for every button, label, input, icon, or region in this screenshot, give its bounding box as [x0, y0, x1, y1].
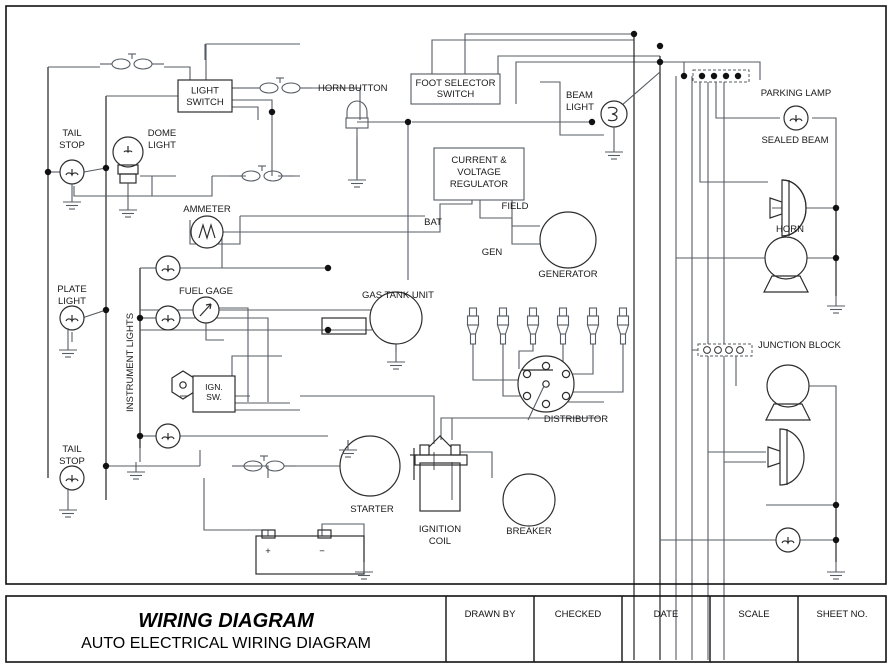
- field-terminal-label: FIELD: [502, 201, 529, 212]
- tail-stop-lower-label-1: TAIL: [62, 444, 81, 455]
- instrument-lights-label: INSTRUMENT LIGHTS: [125, 313, 136, 412]
- horn-ground: [826, 295, 846, 314]
- tail-stop-lower: TAIL STOP: [58, 444, 85, 518]
- spark-plug-group: [466, 307, 630, 345]
- parking-lamp: PARKING LAMP: [761, 88, 832, 131]
- junction-block-label: JUNCTION BLOCK: [758, 340, 842, 351]
- horn-device: HORN: [763, 224, 809, 293]
- distributor: DISTRIBUTOR: [517, 355, 608, 425]
- gen-terminal-label: GEN: [482, 247, 503, 258]
- tail-stop-upper-label-1: TAIL: [62, 128, 81, 139]
- title-block: WIRING DIAGRAM AUTO ELECTRICAL WIRING DI…: [5, 595, 887, 663]
- dome-light-label-2: LIGHT: [148, 140, 176, 151]
- fuel-gage-label: FUEL GAGE: [179, 286, 233, 297]
- breaker: BREAKER: [502, 473, 556, 537]
- instrument-lights-group: INSTRUMENT LIGHTS: [125, 255, 181, 480]
- beam-light-indicator: BEAM LIGHT: [566, 90, 628, 160]
- plate-light: PLATE LIGHT: [57, 284, 87, 358]
- light-switch[interactable]: LIGHT SWITCH: [177, 79, 233, 113]
- title-block-col-header-date: DATE: [654, 609, 679, 620]
- light-switch-label-2: SWITCH: [186, 97, 224, 108]
- regulator-label-3: REGULATOR: [450, 179, 508, 190]
- current-voltage-regulator: CURRENT & VOLTAGE REGULATOR: [433, 147, 525, 201]
- plate-light-label-1: PLATE: [57, 284, 86, 295]
- bat-terminal-label: BAT: [424, 217, 442, 228]
- title-block-col-header-scale: SCALE: [738, 609, 769, 620]
- title-block-subtitle: AUTO ELECTRICAL WIRING DIAGRAM: [81, 635, 371, 652]
- regulator-label-1: CURRENT &: [451, 155, 507, 166]
- horn-device-lower: [765, 364, 811, 421]
- rear-lamp-bottom-right: [775, 527, 801, 553]
- ignition-coil-label-1: IGNITION: [419, 524, 461, 535]
- sealed-beam-lower: [767, 428, 805, 486]
- battery: + −: [255, 529, 365, 575]
- regulator-label-2: VOLTAGE: [457, 167, 500, 178]
- ignition-coil: IGNITION COIL: [410, 435, 468, 547]
- foot-selector-switch[interactable]: FOOT SELECTOR SWITCH: [410, 73, 501, 105]
- battery-ground: [354, 561, 374, 580]
- junction-block-top: [692, 69, 750, 83]
- fuse-symbol-starter: [231, 455, 297, 472]
- wiring-diagram-canvas: LIGHT SWITCH FOOT SELECTOR SWITCH HORN B…: [5, 5, 887, 663]
- tail-stop-upper-label-2: STOP: [59, 140, 85, 151]
- starter-label: STARTER: [350, 504, 394, 515]
- sealed-beam-upper: SEALED BEAM: [761, 135, 829, 237]
- title-block-col-header-checked: CHECKED: [555, 609, 602, 620]
- ignition-switch[interactable]: IGN. SW.: [171, 370, 236, 413]
- sealed-beam-label: SEALED BEAM: [761, 135, 828, 146]
- title-block-col-header-sheet-no: SHEET NO.: [816, 609, 867, 620]
- tail-stop-upper: TAIL STOP: [59, 128, 85, 210]
- horn-label: HORN: [776, 224, 804, 235]
- breaker-label: BREAKER: [506, 526, 552, 537]
- battery-positive-label: +: [265, 546, 271, 557]
- title-block-title: WIRING DIAGRAM: [138, 610, 315, 632]
- junction-block-right: JUNCTION BLOCK: [697, 340, 842, 357]
- gas-tank-unit-label: GAS TANK UNIT: [362, 290, 434, 301]
- wiring-diagram-page: LIGHT SWITCH FOOT SELECTOR SWITCH HORN B…: [0, 0, 892, 669]
- horn-button-label: HORN BUTTON: [318, 83, 388, 94]
- plate-light-label-2: LIGHT: [58, 296, 86, 307]
- dome-light: DOME LIGHT: [112, 128, 177, 218]
- fuse-symbol-dome-light: [229, 165, 295, 182]
- beam-light-label-1: BEAM: [566, 90, 593, 101]
- beam-light-label-2: LIGHT: [566, 102, 594, 113]
- battery-negative-label: −: [319, 546, 325, 557]
- fuse-symbol-light-switch-right: [247, 77, 313, 94]
- title-block-col-header-drawn-by: DRAWN BY: [465, 609, 517, 620]
- dome-light-label-1: DOME: [148, 128, 177, 139]
- tail-stop-lower-label-2: STOP: [59, 456, 85, 467]
- foot-selector-switch-label-2: SWITCH: [437, 89, 475, 100]
- distributor-label: DISTRIBUTOR: [544, 414, 608, 425]
- generator-label: GENERATOR: [538, 269, 597, 280]
- ignition-switch-label-1: IGN.: [205, 382, 223, 392]
- generator: GENERATOR: [538, 211, 598, 280]
- starter: STARTER: [339, 435, 401, 515]
- ignition-switch-label-2: SW.: [206, 392, 222, 402]
- parking-lamp-label: PARKING LAMP: [761, 88, 832, 99]
- bottom-right-ground: [826, 561, 846, 580]
- ammeter-label: AMMETER: [183, 204, 231, 215]
- light-switch-label-1: LIGHT: [191, 86, 219, 97]
- horn-button[interactable]: HORN BUTTON: [318, 83, 388, 188]
- foot-selector-switch-label-1: FOOT SELECTOR: [416, 78, 496, 89]
- fuse-symbol-top-left: [99, 53, 165, 70]
- ignition-coil-label-2: COIL: [429, 536, 451, 547]
